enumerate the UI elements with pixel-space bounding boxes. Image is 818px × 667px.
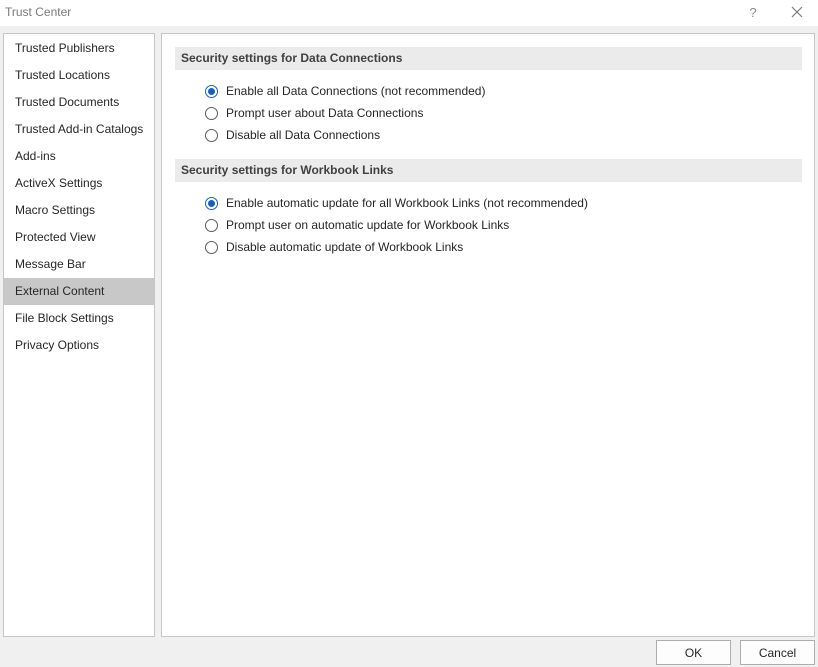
radio-button[interactable] — [205, 240, 218, 254]
radio-button[interactable] — [205, 218, 218, 232]
radio-label: Disable all Data Connections — [226, 128, 381, 142]
cancel-button[interactable]: Cancel — [740, 640, 815, 665]
sidebar-nav: Trusted Publishers Trusted Locations Tru… — [3, 33, 155, 637]
data-connections-enable-all-option[interactable]: Enable all Data Connections (not recomme… — [205, 81, 485, 101]
workbook-links-disable-auto-option[interactable]: Disable automatic update of Workbook Lin… — [205, 237, 463, 257]
radio-label: Disable automatic update of Workbook Lin… — [226, 240, 464, 254]
trust-center-dialog: Trust Center ? Trusted Publishers Truste… — [0, 0, 818, 667]
radio-button[interactable] — [205, 196, 218, 210]
sidebar-item-add-ins[interactable]: Add-ins — [4, 143, 154, 170]
sidebar-item-trusted-publishers[interactable]: Trusted Publishers — [4, 35, 154, 62]
help-button[interactable]: ? — [738, 0, 768, 24]
sidebar-item-message-bar[interactable]: Message Bar — [4, 251, 154, 278]
radio-label: Prompt user about Data Connections — [226, 106, 424, 120]
sidebar-item-trusted-documents[interactable]: Trusted Documents — [4, 89, 154, 116]
sidebar-item-file-block-settings[interactable]: File Block Settings — [4, 305, 154, 332]
radio-label: Enable all Data Connections (not recomme… — [226, 84, 486, 98]
radio-label: Prompt user on automatic update for Work… — [226, 218, 510, 232]
sidebar-item-macro-settings[interactable]: Macro Settings — [4, 197, 154, 224]
data-connections-header: Security settings for Data Connections — [175, 47, 802, 70]
radio-label: Enable automatic update for all Workbook… — [226, 196, 588, 210]
window-title: Trust Center — [5, 5, 72, 19]
sidebar-item-trusted-locations[interactable]: Trusted Locations — [4, 62, 154, 89]
ok-button[interactable]: OK — [656, 640, 731, 665]
sidebar-item-protected-view[interactable]: Protected View — [4, 224, 154, 251]
close-icon — [791, 6, 803, 18]
workbook-links-prompt-option[interactable]: Prompt user on automatic update for Work… — [205, 215, 509, 235]
data-connections-disable-all-option[interactable]: Disable all Data Connections — [205, 125, 380, 145]
radio-button[interactable] — [205, 84, 218, 98]
sidebar-item-privacy-options[interactable]: Privacy Options — [4, 332, 154, 359]
radio-button[interactable] — [205, 106, 218, 120]
close-button[interactable] — [782, 0, 812, 24]
workbook-links-header: Security settings for Workbook Links — [175, 159, 802, 182]
sidebar-item-activex-settings[interactable]: ActiveX Settings — [4, 170, 154, 197]
title-bar: Trust Center ? — [0, 0, 818, 26]
sidebar-item-external-content[interactable]: External Content — [4, 278, 154, 305]
help-icon: ? — [749, 4, 757, 20]
sidebar-item-trusted-add-in-catalogs[interactable]: Trusted Add-in Catalogs — [4, 116, 154, 143]
settings-panel: Security settings for Data Connections E… — [161, 33, 815, 637]
workbook-links-enable-auto-option[interactable]: Enable automatic update for all Workbook… — [205, 193, 588, 213]
radio-button[interactable] — [205, 128, 218, 142]
data-connections-prompt-option[interactable]: Prompt user about Data Connections — [205, 103, 423, 123]
